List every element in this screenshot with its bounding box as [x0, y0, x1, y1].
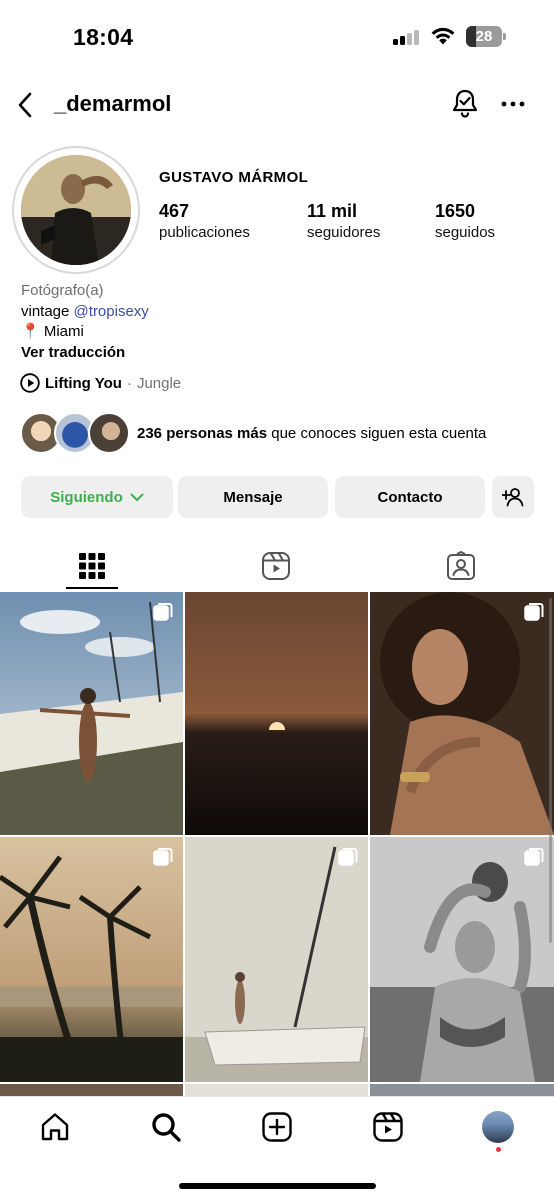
chevron-left-icon — [18, 92, 32, 118]
nav-reels[interactable] — [366, 1107, 410, 1147]
battery-icon: 28 — [466, 26, 506, 47]
grid-post-palm-trees-photo[interactable] — [0, 837, 183, 1082]
profile-tabs — [0, 540, 554, 592]
mutual-followers-text: 236 personas más que conoces siguen esta… — [137, 425, 486, 442]
grid-icon — [79, 553, 105, 579]
nav-profile[interactable] — [476, 1107, 520, 1147]
stat-posts[interactable]: 467 publicaciones — [159, 201, 250, 241]
notifications-button[interactable] — [449, 86, 481, 120]
home-indicator — [179, 1183, 376, 1189]
following-label: Siguiendo — [50, 488, 123, 506]
mutual-followers[interactable]: 236 personas más que conoces siguen esta… — [20, 412, 540, 456]
grid-post-woman-on-sailboat-photo[interactable] — [0, 592, 183, 835]
nav-home[interactable] — [33, 1107, 77, 1147]
tab-tagged[interactable] — [421, 540, 501, 592]
carousel-icon — [338, 848, 358, 866]
stat-value: 467 — [159, 201, 190, 221]
wifi-icon — [431, 27, 455, 45]
display-name: GUSTAVO MÁRMOL — [159, 169, 309, 186]
grid-post-partial[interactable] — [0, 1084, 183, 1096]
bio-category: Fotógrafo(a) — [21, 282, 104, 299]
grid-post-bikini-coconut-photo[interactable] — [370, 837, 554, 1082]
pin-icon: 📍 — [21, 323, 40, 340]
contact-button[interactable]: Contacto — [335, 476, 485, 518]
song-artist: Jungle — [136, 374, 182, 392]
reels-icon — [373, 1112, 403, 1142]
bell-check-icon — [452, 89, 478, 118]
stat-followers[interactable]: 11 mil seguidores — [307, 201, 380, 241]
play-circle-icon — [20, 373, 40, 393]
chevron-down-icon — [130, 493, 144, 501]
profile-avatar[interactable] — [12, 146, 140, 274]
carousel-icon — [153, 848, 173, 866]
song-title: Lifting You — [45, 374, 122, 392]
status-bar: 18:04 28 — [0, 0, 554, 76]
profile-username: _demarmol — [54, 91, 172, 116]
notification-dot — [496, 1147, 501, 1152]
message-label: Mensaje — [223, 488, 283, 506]
following-button[interactable]: Siguiendo — [21, 476, 173, 518]
suggested-users-button[interactable] — [492, 476, 534, 518]
grid-post-partial[interactable] — [185, 1084, 368, 1096]
bio-location: 📍 Miami — [21, 323, 84, 340]
battery-level: 28 — [475, 28, 493, 45]
bio-mention-link[interactable]: @tropisexy — [74, 303, 149, 320]
carousel-icon — [153, 603, 173, 621]
bio-text: vintage — [21, 302, 74, 320]
grid-post-sailboat-photo[interactable] — [185, 837, 368, 1082]
create-icon — [262, 1112, 292, 1142]
nav-search[interactable] — [144, 1107, 188, 1147]
profile-header: _demarmol — [0, 80, 554, 130]
posts-grid — [0, 592, 554, 1096]
carousel-icon — [524, 848, 544, 866]
mutual-count: 236 personas más — [137, 425, 268, 442]
follower-avatar — [88, 412, 130, 454]
reels-icon — [262, 552, 290, 580]
profile-photo — [21, 155, 131, 265]
see-translation-link[interactable]: Ver traducción — [21, 343, 149, 364]
profile-bio: Fotógrafo(a) vintage @tropisexy 📍 Miami … — [21, 281, 149, 363]
stat-value: 11 mil — [307, 201, 358, 221]
stat-label: seguidos — [435, 224, 496, 241]
cellular-signal-icon — [393, 29, 423, 45]
message-button[interactable]: Mensaje — [178, 476, 328, 518]
profile-avatar-thumb — [482, 1111, 514, 1143]
grid-post-partial[interactable] — [370, 1084, 554, 1096]
status-time: 18:04 — [73, 24, 134, 50]
location-text: Miami — [43, 323, 84, 340]
active-tab-indicator — [66, 587, 118, 589]
stat-label: publicaciones — [159, 224, 250, 241]
tab-posts-grid[interactable] — [52, 540, 132, 592]
home-icon — [41, 1113, 69, 1141]
song-separator: · — [126, 374, 132, 392]
more-options-button[interactable] — [498, 90, 528, 118]
tagged-icon — [447, 551, 475, 580]
stat-value: 1650 — [435, 201, 476, 221]
tab-reels[interactable] — [236, 540, 316, 592]
stat-following[interactable]: 1650 seguidos — [435, 201, 495, 241]
bio-line: vintage @tropisexy — [21, 303, 149, 320]
mutual-rest: que conoces siguen esta cuenta — [267, 425, 487, 442]
carousel-icon — [524, 603, 544, 621]
ellipsis-icon — [501, 101, 525, 107]
contact-label: Contacto — [377, 488, 443, 506]
grid-post-sunset-photo[interactable] — [185, 592, 368, 835]
back-button[interactable] — [10, 88, 40, 122]
stat-label: seguidores — [307, 224, 381, 241]
nav-create[interactable] — [255, 1107, 299, 1147]
grid-post-curly-hair-portrait-photo[interactable] — [370, 592, 554, 835]
search-icon — [152, 1113, 181, 1142]
scrollbar-thumb[interactable] — [549, 598, 552, 943]
profile-music[interactable]: Lifting You · Jungle — [20, 373, 181, 393]
add-person-icon — [502, 488, 524, 507]
